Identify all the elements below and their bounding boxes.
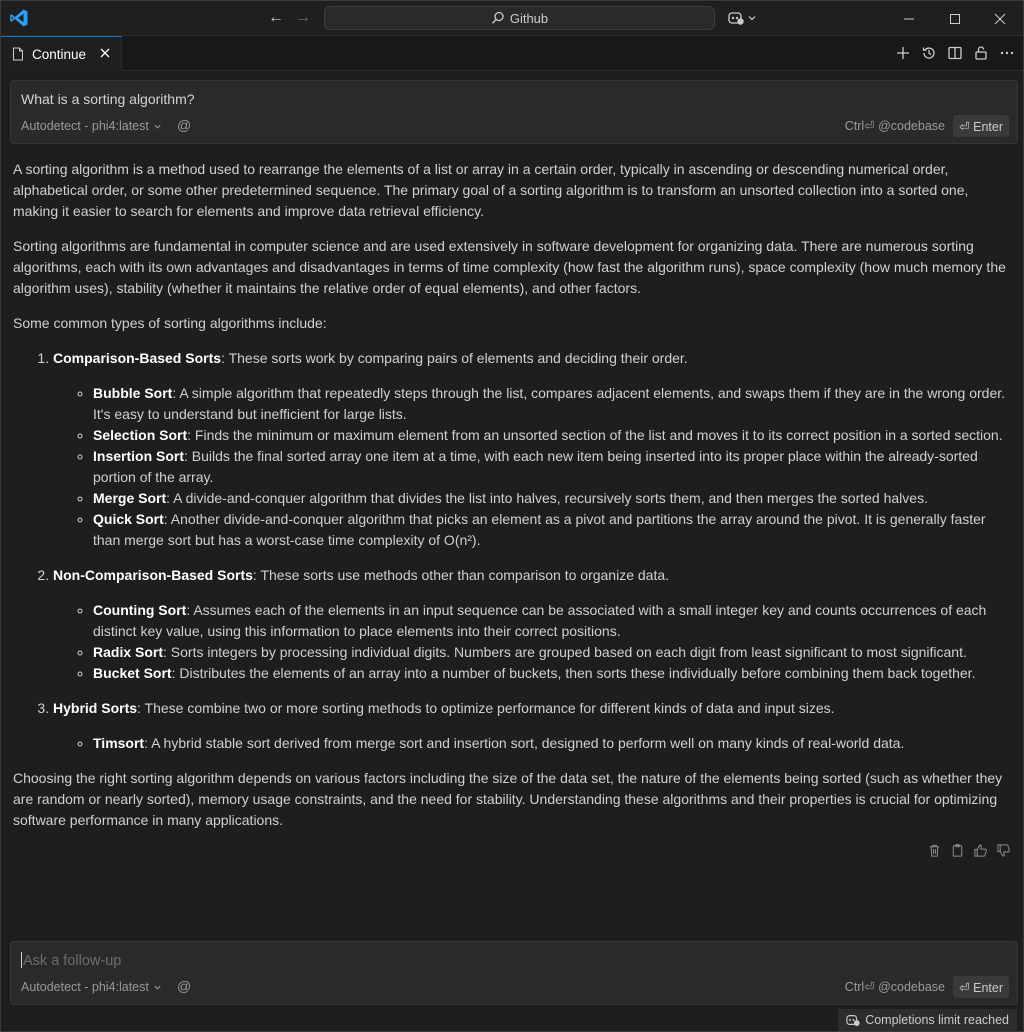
list-item: Comparison-Based Sorts: These sorts work… (53, 348, 1013, 551)
split-editor-icon[interactable] (947, 45, 963, 61)
list-item: Non-Comparison-Based Sorts: These sorts … (53, 565, 1013, 684)
model-label: Autodetect - phi4:latest (21, 119, 149, 133)
chevron-down-icon (748, 16, 756, 21)
list-item: Insertion Sort: Builds the final sorted … (93, 446, 1013, 488)
chevron-down-icon (154, 124, 161, 129)
query-box[interactable]: What is a sorting algorithm? Autodetect … (10, 80, 1018, 144)
copilot-warning-icon (846, 1015, 860, 1026)
item-name: Merge Sort (93, 490, 167, 506)
assistant-response: A sorting algorithm is a method used to … (13, 159, 1013, 845)
item-desc: : Another divide-and-conquer algorithm t… (93, 511, 986, 548)
enter-button[interactable]: ⏎ Enter (953, 115, 1009, 137)
at-mention-icon[interactable]: @ (177, 978, 191, 994)
item-name: Counting Sort (93, 602, 187, 618)
tab-label: Continue (32, 46, 87, 62)
item-name: Insertion Sort (93, 448, 185, 464)
item-name: Bubble Sort (93, 385, 173, 401)
history-icon[interactable] (921, 45, 937, 61)
item-name: Quick Sort (93, 511, 164, 527)
group-title: Comparison-Based Sorts (53, 350, 222, 366)
search-icon (491, 11, 504, 24)
command-center[interactable]: Github (324, 6, 715, 30)
tab-continue[interactable]: Continue (1, 36, 122, 71)
minimize-button[interactable] (886, 1, 932, 36)
item-desc: : Sorts integers by processing individua… (163, 644, 967, 660)
list-item: Timsort: A hybrid stable sort derived fr… (93, 733, 1013, 754)
back-arrow-icon[interactable]: ← (267, 9, 285, 27)
item-desc: : A divide-and-conquer algorithm that di… (166, 490, 928, 506)
close-window-button[interactable] (977, 1, 1023, 36)
unlock-icon[interactable] (973, 45, 989, 61)
at-mention-icon[interactable]: @ (177, 117, 191, 133)
maximize-icon (950, 13, 960, 24)
response-paragraph: A sorting algorithm is a method used to … (13, 161, 969, 219)
sort-types-list: Comparison-Based Sorts: These sorts work… (13, 348, 1013, 754)
response-paragraph: Sorting algorithms are fundamental in co… (13, 238, 1006, 296)
more-icon[interactable] (999, 45, 1015, 61)
trash-icon[interactable] (927, 843, 942, 858)
close-tab-icon[interactable] (98, 46, 112, 60)
followup-input[interactable]: Ask a follow-up (21, 952, 121, 969)
status-text: Completions limit reached (865, 1013, 1009, 1027)
copy-icon[interactable] (950, 843, 965, 858)
group-title: Hybrid Sorts (53, 700, 138, 716)
enter-button[interactable]: ⏎ Enter (953, 976, 1009, 998)
group-desc: : These sorts use methods other than com… (252, 567, 670, 583)
response-paragraph: Choosing the right sorting algorithm dep… (13, 770, 1003, 828)
command-center-label: Github (509, 10, 549, 26)
item-name: Bucket Sort (93, 665, 172, 681)
thumbs-up-icon[interactable] (973, 843, 988, 858)
group-desc: : These combine two or more sorting meth… (137, 700, 835, 716)
item-name: Radix Sort (93, 644, 164, 660)
maximize-button[interactable] (932, 1, 978, 36)
item-name: Timsort (93, 735, 145, 751)
item-desc: : A hybrid stable sort derived from merg… (144, 735, 905, 751)
item-desc: : Builds the final sorted array one item… (93, 448, 978, 485)
item-desc: : A simple algorithm that repeatedly ste… (93, 385, 1006, 422)
title-bar: ← → Github (1, 1, 1023, 36)
text-cursor (21, 952, 22, 968)
chevron-down-icon (154, 985, 161, 990)
model-selector[interactable]: Autodetect - phi4:latest (21, 980, 162, 994)
query-text[interactable]: What is a sorting algorithm? (21, 91, 195, 107)
model-label: Autodetect - phi4:latest (21, 980, 149, 994)
item-desc: : Assumes each of the elements in an inp… (93, 602, 987, 639)
response-actions (927, 843, 1011, 858)
minimize-icon (904, 18, 914, 19)
list-item: Radix Sort: Sorts integers by processing… (93, 642, 1013, 663)
tab-actions (895, 45, 1015, 61)
codebase-hint: Ctrl⏎ @codebase (844, 980, 945, 994)
forward-arrow-icon[interactable]: → (294, 9, 312, 27)
codebase-hint: Ctrl⏎ @codebase (844, 119, 945, 133)
followup-placeholder: Ask a follow-up (23, 953, 122, 969)
completions-status[interactable]: Completions limit reached (838, 1009, 1017, 1031)
item-desc: : Finds the minimum or maximum element f… (187, 427, 1003, 443)
copilot-menu[interactable] (728, 10, 757, 26)
followup-box[interactable]: Ask a follow-up Autodetect - phi4:latest… (10, 941, 1018, 1005)
tab-bar: Continue (1, 36, 1023, 71)
list-item: Bucket Sort: Distributes the elements of… (93, 663, 1013, 684)
list-item: Hybrid Sorts: These combine two or more … (53, 698, 1013, 754)
item-name: Selection Sort (93, 427, 188, 443)
vscode-logo-icon[interactable] (9, 8, 29, 28)
group-title: Non-Comparison-Based Sorts (53, 567, 253, 583)
response-paragraph: Some common types of sorting algorithms … (13, 315, 327, 331)
plus-icon[interactable] (895, 45, 911, 61)
list-item: Bubble Sort: A simple algorithm that rep… (93, 383, 1013, 425)
copilot-icon (728, 12, 744, 25)
list-item: Counting Sort: Assumes each of the eleme… (93, 600, 1013, 642)
model-selector[interactable]: Autodetect - phi4:latest (21, 119, 162, 133)
list-item: Merge Sort: A divide-and-conquer algorit… (93, 488, 1013, 509)
list-item: Quick Sort: Another divide-and-conquer a… (93, 509, 1013, 551)
file-icon (13, 47, 23, 61)
close-icon (994, 13, 1006, 24)
list-item: Selection Sort: Finds the minimum or max… (93, 425, 1013, 446)
item-desc: : Distributes the elements of an array i… (171, 665, 976, 681)
group-desc: : These sorts work by comparing pairs of… (221, 350, 688, 366)
thumbs-down-icon[interactable] (996, 843, 1011, 858)
